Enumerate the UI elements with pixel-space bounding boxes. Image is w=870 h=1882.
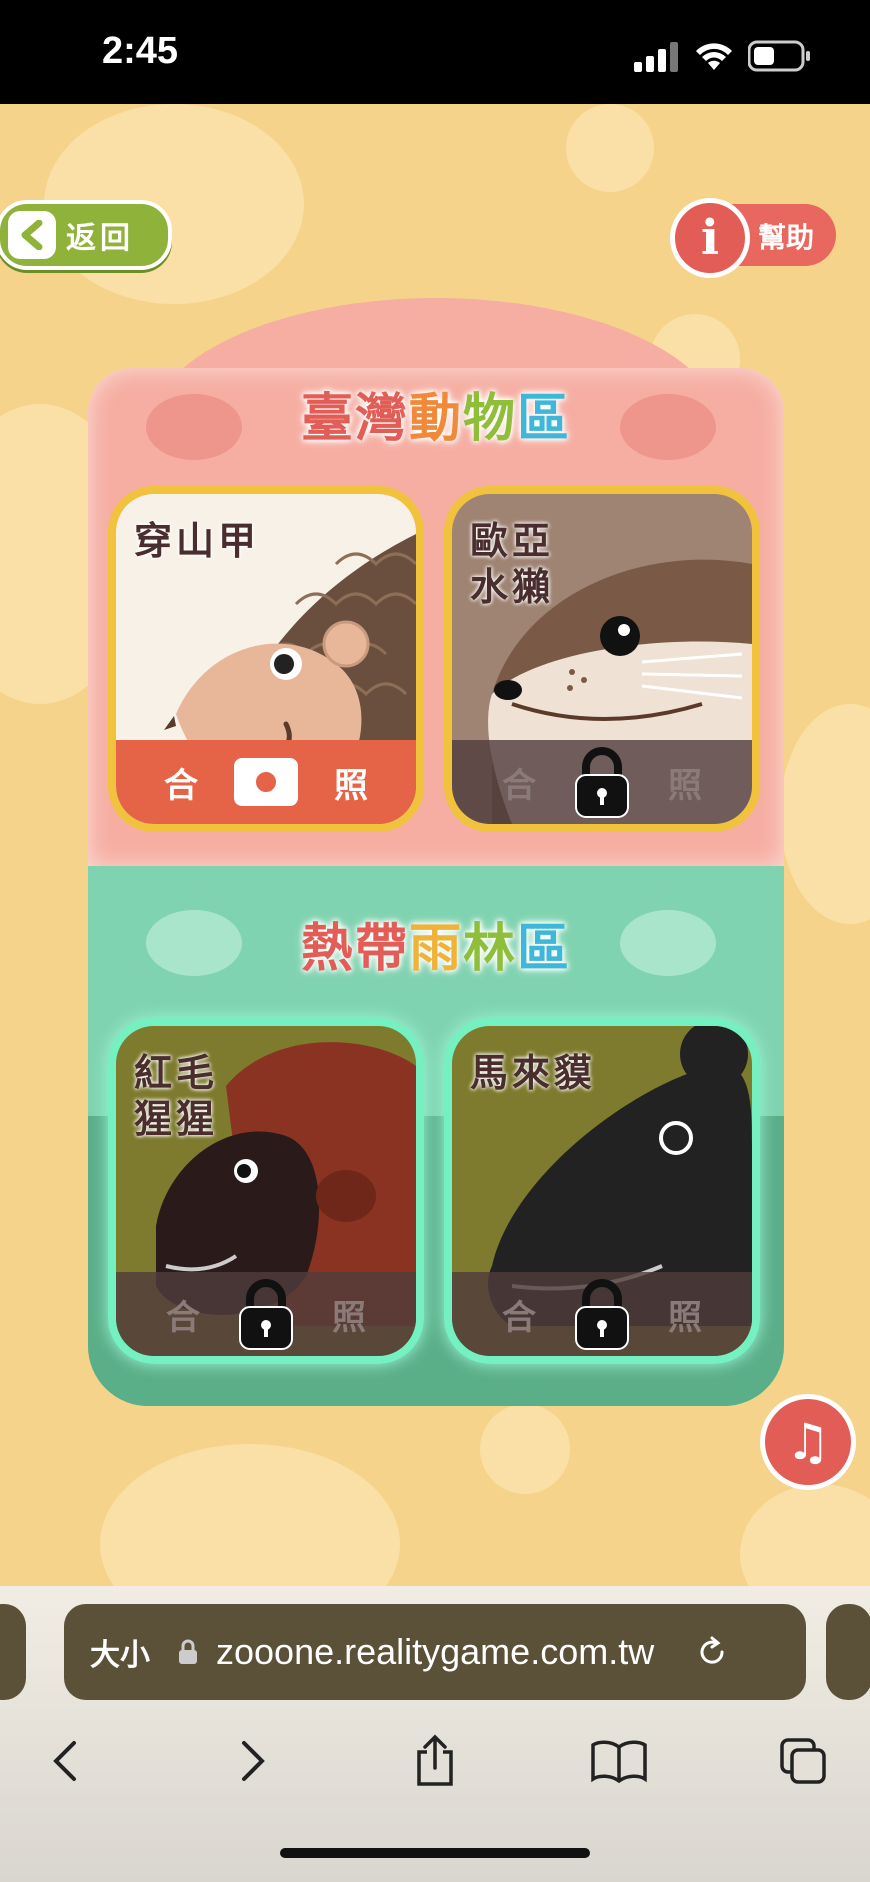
status-time: 2:45	[102, 30, 179, 72]
animal-card-otter[interactable]: 歐亞 水獺 合 照	[444, 486, 760, 832]
zone-title-char: 熱	[300, 919, 355, 979]
back-arrow-icon[interactable]	[30, 1726, 100, 1796]
music-note-icon: ♫	[785, 1413, 831, 1471]
photo-button-locked: 合 照	[452, 1272, 752, 1356]
lock-icon	[239, 1279, 293, 1350]
zone-board: 臺灣動物區 熱帶雨林區 穿山甲 合 照 歐亞 水獺 合 照 紅毛 猩猩 合 照 …	[88, 298, 784, 1408]
photo-button-locked: 合 照	[116, 1272, 416, 1356]
url-text: zooone.realitygame.com.tw	[216, 1631, 655, 1672]
animal-card-orangutan[interactable]: 紅毛 猩猩 合 照	[108, 1018, 424, 1364]
browser-chrome: 大小 zooone.realitygame.com.tw	[0, 1586, 870, 1882]
help-label: 幫助	[758, 221, 815, 254]
chevron-left-icon	[8, 211, 56, 259]
previous-tab-stub[interactable]	[0, 1604, 26, 1700]
back-label: 返回	[66, 221, 134, 256]
animal-name: 歐亞 水獺	[470, 519, 555, 609]
animal-card-tapir[interactable]: 馬來貘 合 照	[444, 1018, 760, 1364]
tabs-icon[interactable]	[768, 1726, 838, 1796]
zone-title-char: 帶	[354, 919, 409, 979]
photo-label-left: 合	[502, 765, 536, 806]
background-bubble	[566, 104, 654, 192]
photo-label-right: 照	[334, 765, 368, 806]
animal-name: 紅毛 猩猩	[134, 1051, 219, 1141]
lock-icon	[575, 1279, 629, 1350]
share-icon[interactable]	[400, 1726, 470, 1796]
reload-icon[interactable]	[694, 1634, 730, 1670]
zone-title-char: 物	[463, 389, 518, 449]
zone-title-char: 動	[408, 389, 463, 449]
info-icon: i	[670, 198, 750, 278]
animal-name: 穿山甲	[134, 519, 261, 563]
forward-arrow-icon[interactable]	[218, 1726, 288, 1796]
game-screen: 返回 i 幫助 臺灣動物區 熱帶雨林區 穿山甲 合 照 歐亞 水獺 合 照 紅毛…	[0, 104, 870, 1586]
cellular-signal-icon	[634, 42, 678, 72]
camera-icon	[234, 758, 298, 806]
wifi-icon	[696, 43, 732, 70]
music-toggle-button[interactable]: ♫	[760, 1394, 856, 1490]
help-button[interactable]: i 幫助	[670, 198, 836, 278]
padlock-icon	[179, 1639, 197, 1664]
animal-card-pangolin[interactable]: 穿山甲 合 照	[108, 486, 424, 832]
background-bubble	[100, 1444, 400, 1586]
photo-label-left: 合	[166, 1297, 200, 1338]
photo-label-left: 合	[164, 765, 198, 806]
home-indicator	[280, 1848, 590, 1858]
photo-label-right: 照	[668, 765, 702, 806]
background-bubble	[740, 1484, 870, 1586]
back-button[interactable]: 返回	[0, 200, 172, 270]
zone-title-char: 區	[517, 389, 572, 449]
address-bar[interactable]: 大小 zooone.realitygame.com.tw	[64, 1604, 806, 1700]
text-size-button[interactable]: 大小	[90, 1630, 150, 1674]
zone-title-char: 區	[517, 919, 572, 979]
zone-title-taiwan: 臺灣動物區	[88, 376, 784, 451]
zone-title-char: 林	[463, 919, 518, 979]
status-bar: 2:45	[0, 0, 870, 104]
zone-title-char: 雨	[408, 919, 463, 979]
bookmarks-icon[interactable]	[584, 1726, 654, 1796]
zone-title-rainforest: 熱帶雨林區	[88, 906, 784, 981]
zone-title-char: 灣	[354, 389, 409, 449]
background-bubble	[480, 1404, 570, 1494]
photo-button-locked: 合 照	[452, 740, 752, 824]
photo-label-right: 照	[668, 1297, 702, 1338]
photo-label-right: 照	[332, 1297, 366, 1338]
background-bubble	[780, 704, 870, 924]
battery-icon	[748, 40, 810, 72]
next-tab-stub[interactable]	[826, 1604, 870, 1700]
photo-button[interactable]: 合 照	[116, 740, 416, 824]
animal-name: 馬來貘	[470, 1051, 597, 1095]
lock-icon	[575, 747, 629, 818]
photo-label-left: 合	[502, 1297, 536, 1338]
zone-title-char: 臺	[300, 389, 355, 449]
